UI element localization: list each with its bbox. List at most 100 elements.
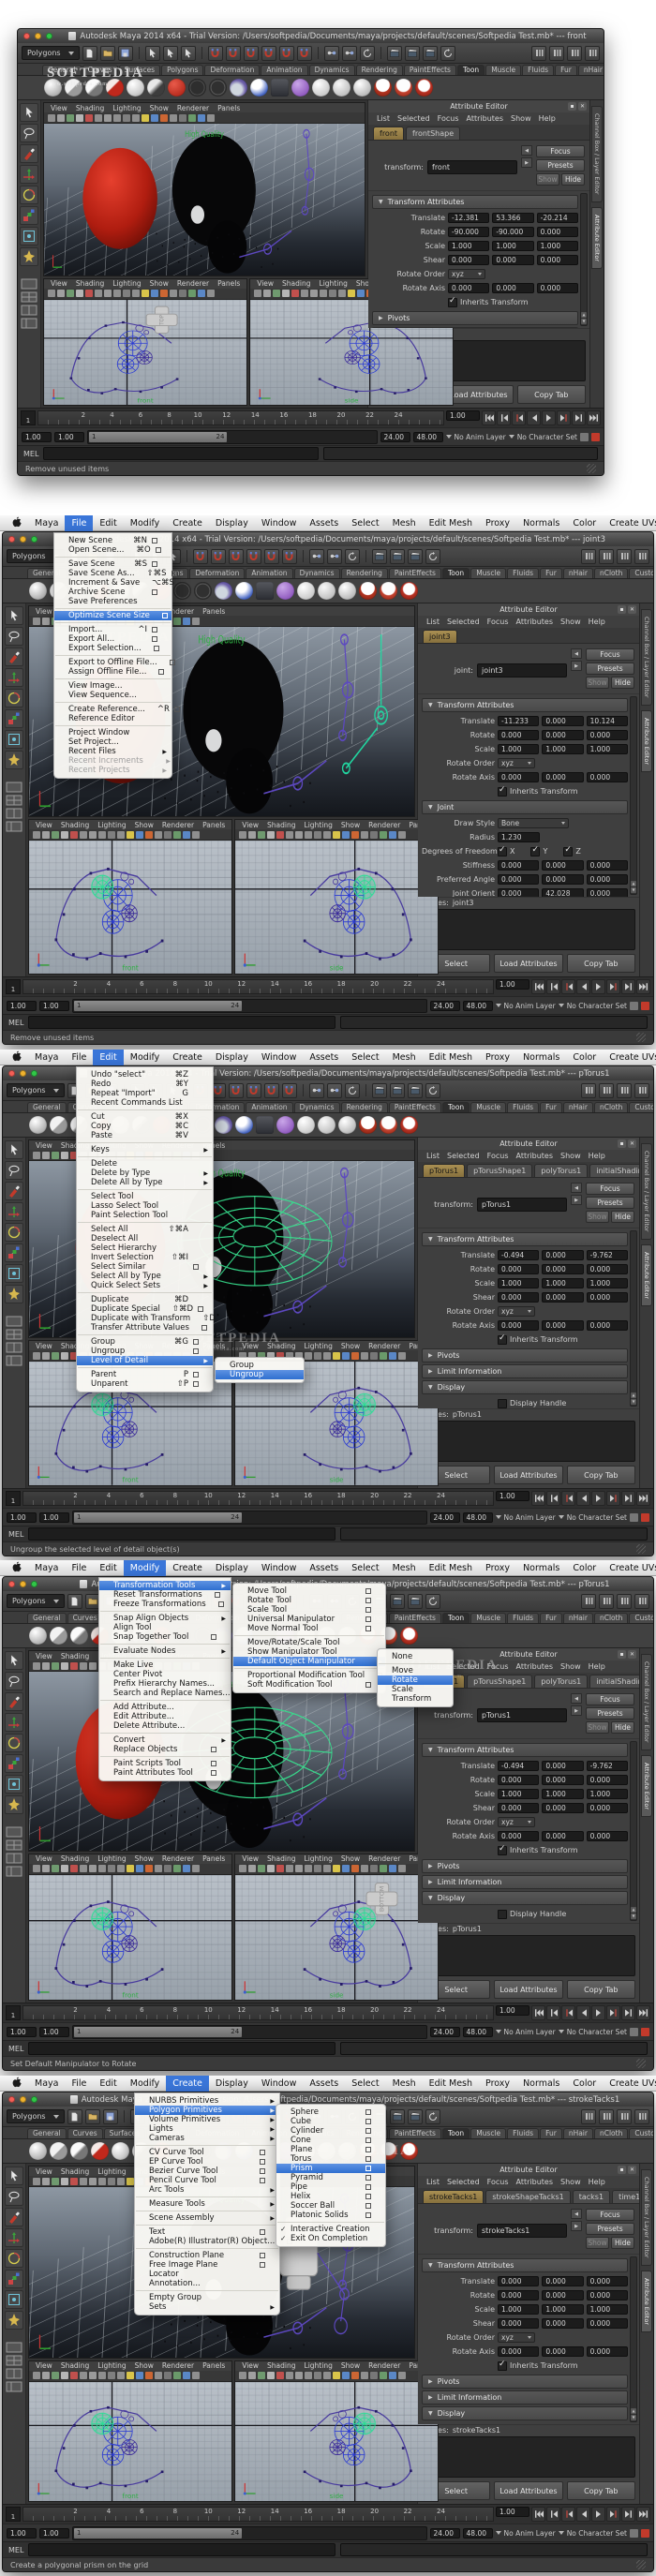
menu-item-ep-curve-tool[interactable]: EP Curve Tool [135,2157,279,2167]
timeline-ruler[interactable]: 24681012141618202224 [22,979,494,994]
shelf-tab-curves[interactable]: Curves [82,65,118,75]
shelf-item-icon[interactable] [400,582,418,600]
input-connections-icon[interactable] [309,549,324,564]
shelf-tab-fluids[interactable]: Fluids [507,2128,539,2138]
select-tool-icon[interactable] [5,606,23,625]
viewport-toolbar-icon[interactable] [85,290,93,297]
move-tool-icon[interactable] [5,668,23,687]
checkbox-inherits-transform[interactable] [498,2361,507,2371]
viewport-menu-view[interactable]: View [36,2361,52,2370]
attr-field[interactable]: 1.000 [542,1789,583,1799]
shelf-tab-painteffects[interactable]: PaintEffects [389,1613,441,1623]
shelf-item-icon[interactable] [400,1116,418,1134]
viewport-toolbar-icon[interactable] [142,290,149,297]
scrollbar[interactable]: ▲▼ [630,696,637,895]
snap-to-projected-center-icon[interactable] [261,46,276,61]
ae-menu-selected[interactable]: Selected [447,1152,480,1160]
tab-channel-box-layer-editor[interactable]: Channel Box / Layer Editor [641,609,652,706]
toggle-channel-box-icon[interactable] [567,46,582,61]
menu-item-paint-attributes-tool[interactable]: Paint Attributes Tool [99,1768,231,1778]
ae-menu-attributes[interactable]: Attributes [516,2178,554,2186]
menubar-item-create[interactable]: Create [166,515,209,531]
viewport-toolbar-icon[interactable] [348,290,355,297]
range-slider-track[interactable]: 124 [87,430,378,444]
ae-menu-attributes[interactable]: Attributes [516,1662,554,1671]
move-tool-icon[interactable] [20,165,38,184]
ae-menu-help[interactable]: Help [589,1662,605,1671]
menubar-item-modify[interactable]: Modify [124,2076,166,2092]
shelf-tab-rendering[interactable]: Rendering [341,1102,388,1112]
shelf-tab-painteffects[interactable]: PaintEffects [389,568,441,578]
viewport-menu-lighting[interactable]: Lighting [112,279,141,288]
viewport-toolbar-icon[interactable] [61,1662,68,1670]
viewport-toolbar-icon[interactable] [380,831,387,839]
shelf-tab-toon[interactable]: Toon [442,1102,470,1112]
viewport-menu-shading[interactable]: Shading [61,821,89,829]
viewport-toolbar-icon[interactable] [80,1865,87,1872]
menu-item-align-tool[interactable]: Align Tool [99,1623,231,1632]
shelf-tab-fluids[interactable]: Fluids [522,65,554,75]
viewport-toolbar-icon[interactable] [142,114,149,122]
menu-item-redo[interactable]: Redo⌘Y [77,1080,213,1089]
select-tool-icon[interactable] [5,2167,23,2185]
menu-item-create-reference[interactable]: Create Reference...^R [54,705,171,714]
tab-attribute-editor[interactable]: Attribute Editor [641,2271,652,2332]
menubar-item-create[interactable]: Create [166,2076,209,2092]
four-pane-layout-button[interactable] [6,1326,22,1337]
pin-icon[interactable]: ▪ [568,102,576,111]
input-connection-button[interactable]: ◀ [571,1693,582,1704]
attr-field[interactable]: 0.000 [587,1831,628,1841]
step-forward-button[interactable] [621,2507,635,2522]
attr-field[interactable]: 1.000 [587,1278,628,1288]
node-tab-polytorus1[interactable]: polyTorus1 [534,1675,588,1688]
ae-menu-show[interactable]: Show [560,618,581,626]
viewport-toolbar-icon[interactable] [98,2372,106,2379]
scale-tool-icon[interactable] [5,709,23,728]
viewport-toolbar-icon[interactable] [80,1662,87,1670]
menu-item-set-project[interactable]: Set Project... [54,737,171,747]
option-box[interactable] [260,2262,265,2268]
viewport-menu-renderer[interactable]: Renderer [368,1342,400,1350]
ae-menu-show[interactable]: Show [560,1152,581,1160]
viewport-toolbar-icon[interactable] [42,2372,50,2379]
snap-to-point-icon[interactable] [229,1083,244,1098]
menubar-item-display[interactable]: Display [209,1560,255,1576]
minimize-button[interactable] [20,2096,26,2103]
viewport-toolbar-icon[interactable] [380,1865,387,1872]
pin-icon[interactable]: ▪ [618,2166,626,2174]
viewport-toolbar-icon[interactable] [380,1352,387,1360]
menu-item-empty-group[interactable]: Empty Group [135,2293,279,2302]
option-box[interactable] [260,2159,265,2165]
attr-field[interactable]: 0.000 [587,2276,628,2286]
viewport-toolbar-icon[interactable] [61,1352,68,1360]
node-tab-ptorusshape1[interactable]: pTorusShape1 [467,1675,532,1688]
two-pane-layout-button[interactable] [21,302,37,313]
viewport-toolbar-icon[interactable] [170,114,177,122]
option-box[interactable] [365,1607,371,1613]
viewport-canvas[interactable]: front [29,1875,231,2000]
shelf-tab-muscle[interactable]: Muscle [470,568,506,578]
viewport-toolbar-icon[interactable] [108,2178,115,2185]
menubar-item-file[interactable]: File [65,1050,93,1065]
close-button[interactable] [8,536,15,543]
viewport-toolbar-icon[interactable] [370,1352,378,1360]
paint-selection-tool-icon[interactable] [5,1692,23,1711]
menu-item-freeze-transformations[interactable]: Freeze Transformations [99,1600,231,1609]
viewport-toolbar-icon[interactable] [398,831,406,839]
viewport-toolbar-icon[interactable] [239,831,246,839]
menu-item-proportional-modification-tool[interactable]: Proportional Modification Tool [233,1671,385,1680]
sidebar-icon[interactable] [634,2109,649,2124]
toggle-tool-settings-icon[interactable] [549,46,564,61]
checkbox-inherits-transform[interactable] [498,787,507,797]
ipr-render-icon[interactable] [408,1594,423,1609]
viewport-toolbar-icon[interactable] [389,1865,396,1872]
tab-channel-box-layer-editor[interactable]: Channel Box / Layer Editor [641,2169,652,2266]
menu-item-move-tool[interactable]: Move Tool [233,1586,385,1596]
input-connections-icon[interactable] [324,46,339,61]
shelf-item-icon[interactable] [29,1627,47,1645]
viewport-menu-view[interactable]: View [36,2167,52,2176]
attr-field[interactable]: 0.000 [542,874,583,885]
scale-tool-icon[interactable] [5,1754,23,1773]
universal-manipulator-icon[interactable] [20,227,38,246]
ae-menu-attributes[interactable]: Attributes [516,1152,554,1160]
